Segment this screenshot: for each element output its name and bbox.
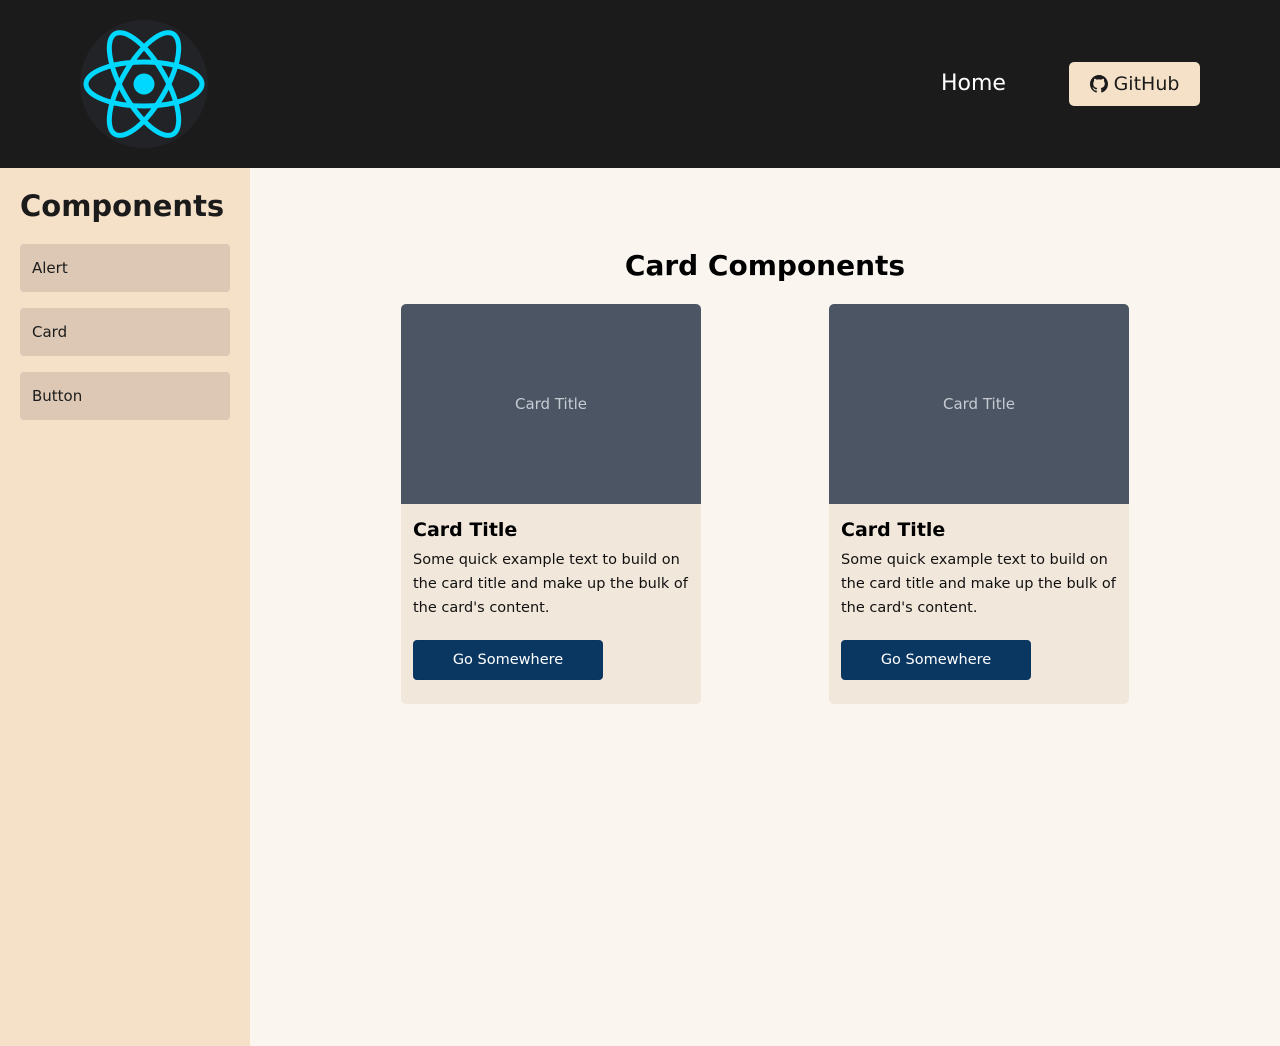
card: Card Title Card Title Some quick example… xyxy=(829,304,1129,704)
sidebar: Components Alert Card Button xyxy=(0,168,250,1046)
card-image-placeholder: Card Title xyxy=(829,304,1129,504)
sidebar-item-alert[interactable]: Alert xyxy=(20,244,230,292)
github-button-label: GitHub xyxy=(1113,73,1180,95)
card-title: Card Title xyxy=(841,519,946,541)
top-navbar: Home GitHub xyxy=(0,0,1280,168)
go-somewhere-button[interactable]: Go Somewhere xyxy=(413,640,603,680)
sidebar-item-button[interactable]: Button xyxy=(20,372,230,420)
card-text: Some quick example text to build on the … xyxy=(413,552,688,616)
page-title: Card Components xyxy=(624,249,906,282)
card: Card Title Card Title Some quick example… xyxy=(401,304,701,704)
go-somewhere-button[interactable]: Go Somewhere xyxy=(841,640,1031,680)
sidebar-item-card[interactable]: Card xyxy=(20,308,230,356)
sidebar-item-label: Button xyxy=(32,387,83,405)
react-logo-icon[interactable] xyxy=(80,20,208,148)
github-button[interactable]: GitHub xyxy=(1069,62,1200,106)
card-text: Some quick example text to build on the … xyxy=(841,552,1116,616)
card-image-label: Card Title xyxy=(942,395,1015,413)
card-image-placeholder: Card Title xyxy=(401,304,701,504)
card-title: Card Title xyxy=(413,519,518,541)
sidebar-item-label: Card xyxy=(32,323,68,341)
sidebar-title: Components xyxy=(20,189,225,223)
sidebar-item-label: Alert xyxy=(32,259,68,277)
github-icon xyxy=(1089,75,1108,93)
nav-home-link[interactable]: Home xyxy=(941,70,1006,98)
card-image-label: Card Title xyxy=(514,395,587,413)
